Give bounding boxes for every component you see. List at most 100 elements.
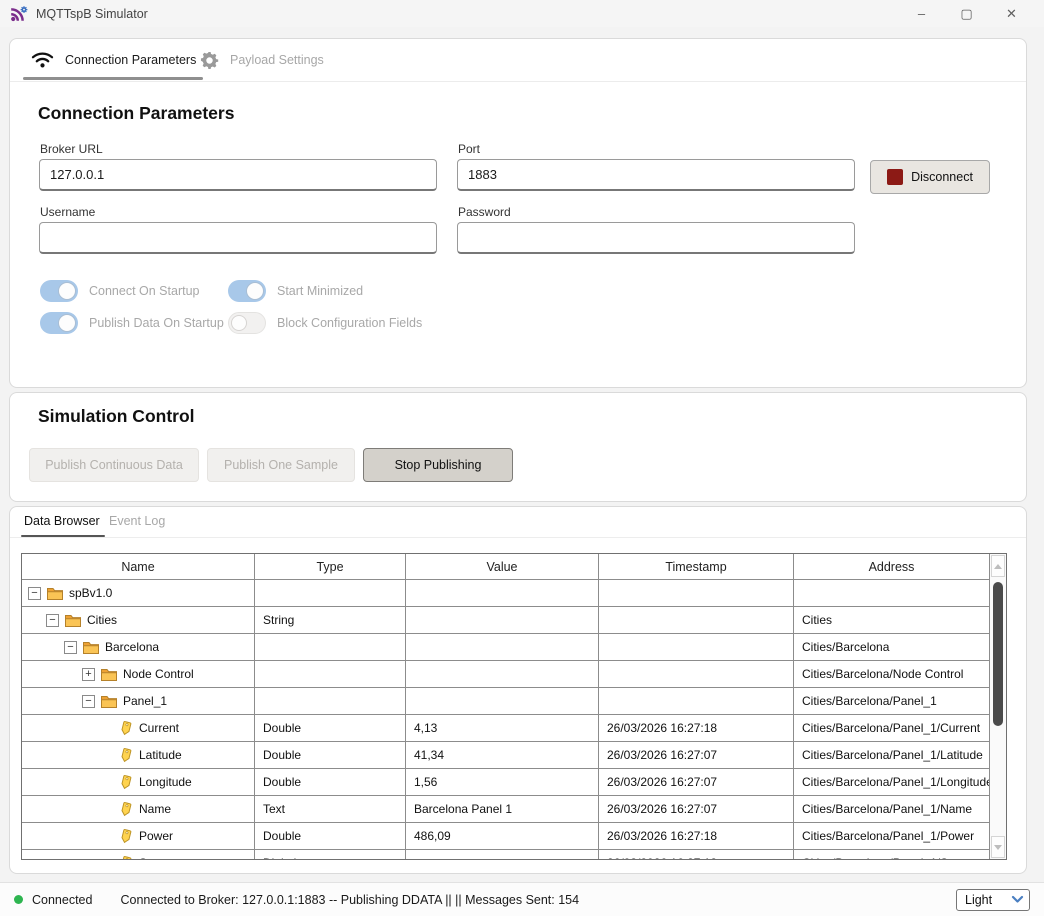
app-icon (10, 6, 28, 22)
publish-continuous-data-button[interactable]: Publish Continuous Data (29, 448, 199, 482)
cell-address: Cities/Barcelona/Node Control (793, 661, 989, 687)
collapse-icon[interactable]: − (64, 641, 77, 654)
table-row[interactable]: − spBv1.0 (22, 580, 989, 607)
table-row[interactable]: − Panel_1Cities/Barcelona/Panel_1 (22, 688, 989, 715)
table-row[interactable]: + Node Control Cities/Barcelona/Node Cont… (22, 661, 989, 688)
toggle-publish-data-on-startup[interactable] (40, 312, 78, 334)
username-input[interactable] (39, 222, 437, 254)
folder-icon (47, 587, 63, 600)
tab-connection-parameters[interactable]: Connection Parameters (31, 48, 196, 72)
stop-publishing-button[interactable]: Stop Publishing (363, 448, 513, 482)
column-header-name[interactable]: Name (22, 554, 254, 579)
cell-value: 41,34 (405, 742, 598, 768)
table-row[interactable]: PowerDouble486,0926/03/2026 16:27:18Citi… (22, 823, 989, 850)
tab-payload-settings[interactable]: Payload Settings (200, 48, 324, 72)
collapse-icon[interactable]: − (82, 695, 95, 708)
connection-heading: Connection Parameters (38, 103, 234, 124)
node-label: Longitude (139, 775, 192, 789)
tab-label: Connection Parameters (65, 53, 196, 67)
cell-type: Digital (254, 850, 405, 859)
toggle-start-minimized[interactable] (228, 280, 266, 302)
wifi-icon (31, 51, 54, 69)
triangle-up-icon (994, 564, 1002, 569)
cell-address: Cities (793, 607, 989, 633)
cell-timestamp: 26/03/2026 16:27:07 (598, 769, 793, 795)
column-header-type[interactable]: Type (254, 554, 405, 579)
vertical-scrollbar[interactable] (989, 554, 1006, 859)
cell-type: Text (254, 796, 405, 822)
tab-label: Payload Settings (230, 53, 324, 67)
table-row[interactable]: CurrentDouble4,1326/03/2026 16:27:18Citi… (22, 715, 989, 742)
password-input[interactable] (457, 222, 855, 254)
toggle-label: Start Minimized (277, 284, 363, 298)
theme-select[interactable]: Light (956, 889, 1030, 911)
column-header-timestamp[interactable]: Timestamp (598, 554, 793, 579)
table-body: − spBv1.0− CitiesStringCities− Barcelona… (22, 580, 989, 859)
port-label: Port (458, 142, 480, 156)
disconnect-button[interactable]: Disconnect (870, 160, 990, 194)
cell-value: 4,13 (405, 715, 598, 741)
table-main: NameTypeValueTimestampAddress − spBv1.0−… (22, 554, 989, 859)
toggle-block-configuration-fields[interactable] (228, 312, 266, 334)
scrollbar-thumb[interactable] (993, 582, 1003, 726)
close-button[interactable]: ✕ (989, 1, 1034, 27)
cell-address: Cities/Barcelona/Panel_1/Status (793, 850, 989, 859)
scroll-up-button[interactable] (991, 555, 1005, 577)
table-row[interactable]: NameTextBarcelona Panel 126/03/2026 16:2… (22, 796, 989, 823)
cell-name: − Cities (22, 607, 254, 633)
cell-timestamp (598, 688, 793, 714)
cell-name: − Barcelona (22, 634, 254, 660)
toggle-connect-on-startup[interactable] (40, 280, 78, 302)
active-tab-indicator (23, 77, 203, 80)
cell-value: 486,09 (405, 823, 598, 849)
table-row[interactable]: − CitiesStringCities (22, 607, 989, 634)
cell-type: Double (254, 769, 405, 795)
tab-data-browser[interactable]: Data Browser (24, 514, 100, 528)
collapse-icon[interactable]: − (28, 587, 41, 600)
cell-address: Cities/Barcelona/Panel_1/Longitude (793, 769, 989, 795)
broker-url-input[interactable] (39, 159, 437, 191)
table-row[interactable]: LatitudeDouble41,3426/03/2026 16:27:07Ci… (22, 742, 989, 769)
cell-name: + Node Control (22, 661, 254, 687)
node-label: Power (139, 829, 173, 843)
cell-value: Barcelona Panel 1 (405, 796, 598, 822)
username-label: Username (40, 205, 95, 219)
publish-one-sample-button[interactable]: Publish One Sample (207, 448, 355, 482)
expand-icon[interactable]: + (82, 668, 95, 681)
toggle-label: Publish Data On Startup (89, 316, 224, 330)
tag-icon (119, 802, 133, 817)
toggle-item: Publish Data On Startup (40, 311, 228, 335)
connected-dot-icon (14, 895, 23, 904)
cell-name: Longitude (22, 769, 254, 795)
node-label: Node Control (123, 667, 194, 681)
node-label: Latitude (139, 748, 182, 762)
cell-name: − spBv1.0 (22, 580, 254, 606)
table-row[interactable]: StatusDigitaltrue26/03/2026 16:27:18Citi… (22, 850, 989, 859)
table-row[interactable]: LongitudeDouble1,5626/03/2026 16:27:07Ci… (22, 769, 989, 796)
minimize-button[interactable]: – (899, 1, 944, 27)
node-label: Name (139, 802, 171, 816)
chevron-down-icon (1011, 895, 1024, 904)
cell-value (405, 634, 598, 660)
column-header-value[interactable]: Value (405, 554, 598, 579)
toggle-item: Start Minimized (228, 279, 528, 303)
broker-url-label: Broker URL (40, 142, 103, 156)
scroll-down-button[interactable] (991, 836, 1005, 858)
column-header-address[interactable]: Address (793, 554, 989, 579)
connection-card: Connection Parameters Payload Settings C… (9, 38, 1027, 388)
node-label: Status (139, 856, 173, 859)
cell-name: Name (22, 796, 254, 822)
password-label: Password (458, 205, 511, 219)
cell-address: Cities/Barcelona (793, 634, 989, 660)
title-bar: MQTTspB Simulator – ▢ ✕ (0, 0, 1044, 27)
tab-event-log[interactable]: Event Log (109, 514, 165, 528)
cell-address: Cities/Barcelona/Panel_1/Power (793, 823, 989, 849)
tab-strip: Connection Parameters Payload Settings (10, 39, 1026, 82)
cell-timestamp (598, 580, 793, 606)
node-label: Barcelona (105, 640, 159, 654)
port-input[interactable] (457, 159, 855, 191)
collapse-icon[interactable]: − (46, 614, 59, 627)
table-row[interactable]: − Barcelona Cities/Barcelona (22, 634, 989, 661)
maximize-button[interactable]: ▢ (944, 1, 989, 27)
toggle-item: Block Configuration Fields (228, 311, 528, 335)
